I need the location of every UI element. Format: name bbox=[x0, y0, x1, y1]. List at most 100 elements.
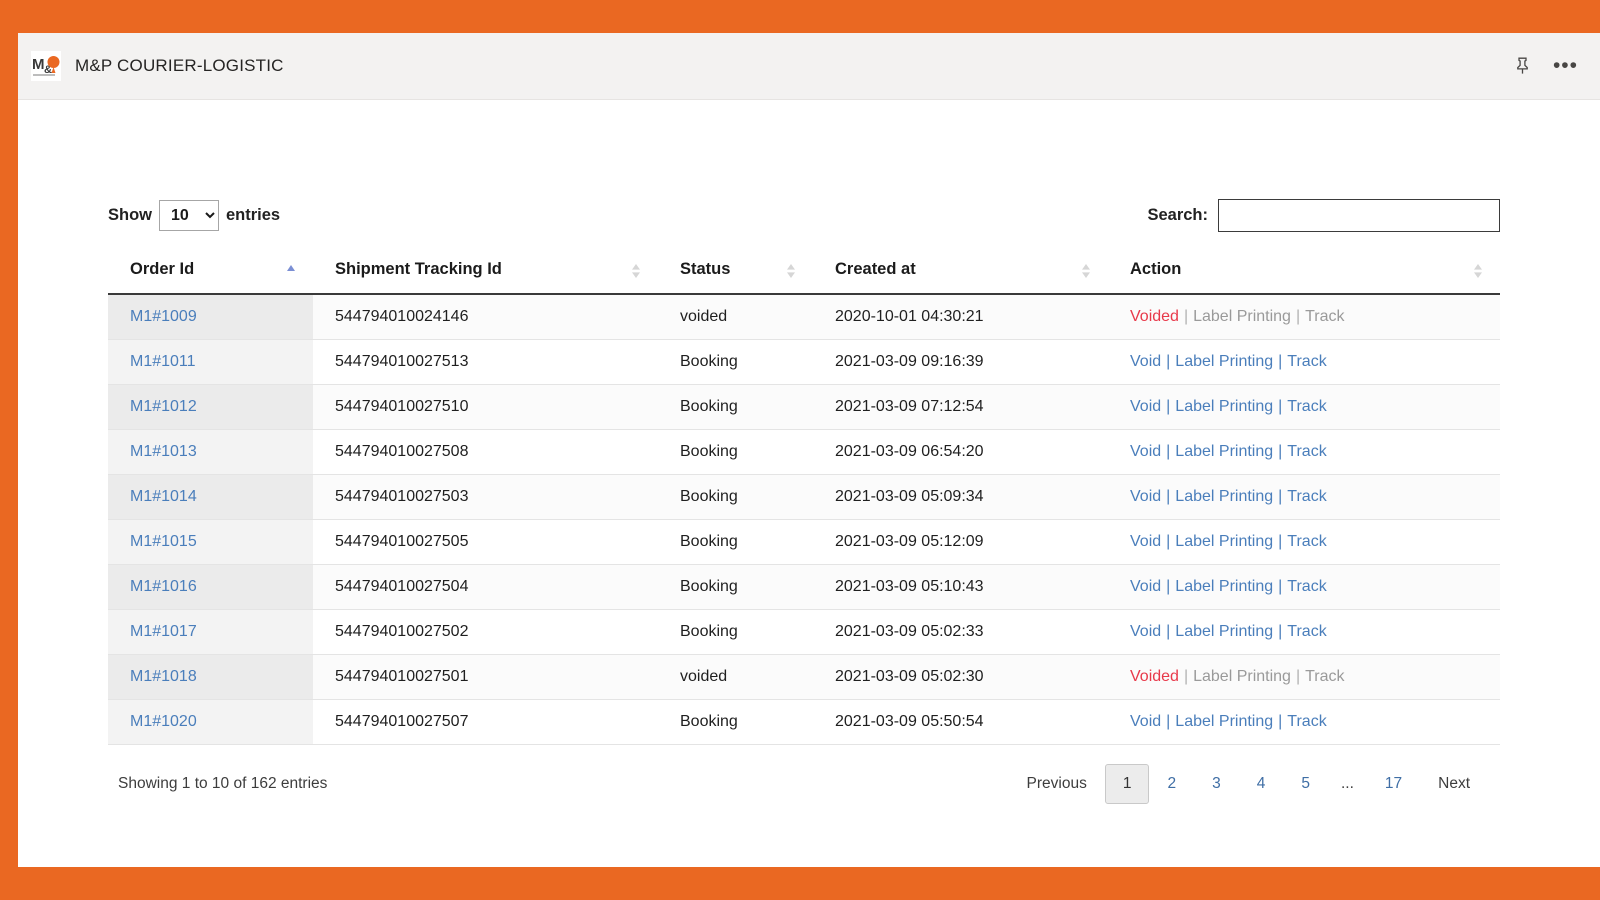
label-printing-link[interactable]: Label Printing bbox=[1175, 443, 1273, 460]
cell-created-at: 2021-03-09 05:12:09 bbox=[813, 520, 1108, 565]
action-separator: | bbox=[1278, 578, 1282, 595]
action-separator: | bbox=[1184, 308, 1188, 325]
action-separator: | bbox=[1278, 488, 1282, 505]
void-link[interactable]: Void bbox=[1130, 713, 1161, 730]
cell-tracking-id: 544794010027504 bbox=[313, 565, 658, 610]
cell-order-id: M1#1018 bbox=[108, 655, 313, 700]
track-link[interactable]: Track bbox=[1287, 488, 1326, 505]
track-link[interactable]: Track bbox=[1287, 578, 1326, 595]
table-row[interactable]: M1#1015544794010027505Booking2021-03-09 … bbox=[108, 520, 1500, 565]
entries-length-control: Show 10 entries bbox=[108, 200, 280, 231]
main-content: Show 10 entries Search: bbox=[18, 101, 1600, 867]
void-link[interactable]: Void bbox=[1130, 443, 1161, 460]
cell-order-id: M1#1011 bbox=[108, 340, 313, 385]
action-separator: | bbox=[1278, 623, 1282, 640]
cell-action: Void|Label Printing|Track bbox=[1108, 700, 1500, 745]
label-printing-link[interactable]: Label Printing bbox=[1175, 623, 1273, 640]
cell-status: voided bbox=[658, 655, 813, 700]
mp-logo-icon: M & bbox=[32, 53, 60, 79]
table-row[interactable]: M1#1014544794010027503Booking2021-03-09 … bbox=[108, 475, 1500, 520]
entries-per-page-select[interactable]: 10 bbox=[159, 200, 219, 231]
cell-created-at: 2021-03-09 09:16:39 bbox=[813, 340, 1108, 385]
sort-asc-icon bbox=[285, 262, 297, 280]
pagination-page-4[interactable]: 4 bbox=[1239, 764, 1284, 804]
pagination-page-3[interactable]: 3 bbox=[1194, 764, 1239, 804]
order-id-link[interactable]: M1#1016 bbox=[130, 578, 197, 595]
column-header-action[interactable]: Action bbox=[1108, 248, 1500, 294]
pagination-previous[interactable]: Previous bbox=[1009, 764, 1105, 804]
cell-created-at: 2021-03-09 07:12:54 bbox=[813, 385, 1108, 430]
track-link[interactable]: Track bbox=[1287, 353, 1326, 370]
cell-order-id: M1#1012 bbox=[108, 385, 313, 430]
table-row[interactable]: M1#1017544794010027502Booking2021-03-09 … bbox=[108, 610, 1500, 655]
track-link[interactable]: Track bbox=[1287, 398, 1326, 415]
table-row[interactable]: M1#1011544794010027513Booking2021-03-09 … bbox=[108, 340, 1500, 385]
order-id-link[interactable]: M1#1011 bbox=[130, 353, 196, 370]
entries-info: Showing 1 to 10 of 162 entries bbox=[108, 775, 327, 793]
more-options-icon[interactable]: ••• bbox=[1553, 61, 1578, 71]
cell-order-id: M1#1015 bbox=[108, 520, 313, 565]
column-header-shipment-tracking-id[interactable]: Shipment Tracking Id bbox=[313, 248, 658, 294]
void-link[interactable]: Void bbox=[1130, 623, 1161, 640]
cell-status: Booking bbox=[658, 565, 813, 610]
order-id-link[interactable]: M1#1014 bbox=[130, 488, 197, 505]
void-link[interactable]: Void bbox=[1130, 353, 1161, 370]
void-link[interactable]: Void bbox=[1130, 398, 1161, 415]
order-id-link[interactable]: M1#1012 bbox=[130, 398, 197, 415]
void-link[interactable]: Void bbox=[1130, 488, 1161, 505]
search-input[interactable] bbox=[1218, 199, 1500, 232]
track-link[interactable]: Track bbox=[1287, 623, 1326, 640]
pagination-page-5[interactable]: 5 bbox=[1283, 764, 1328, 804]
label-printing-link[interactable]: Label Printing bbox=[1175, 533, 1273, 550]
table-row[interactable]: M1#1013544794010027508Booking2021-03-09 … bbox=[108, 430, 1500, 475]
label-printing-link[interactable]: Label Printing bbox=[1175, 713, 1273, 730]
cell-created-at: 2020-10-01 04:30:21 bbox=[813, 294, 1108, 340]
pagination-next[interactable]: Next bbox=[1420, 764, 1488, 804]
cell-status: Booking bbox=[658, 340, 813, 385]
cell-status: Booking bbox=[658, 610, 813, 655]
voided-status-link: Voided bbox=[1130, 308, 1179, 325]
cell-status: Booking bbox=[658, 520, 813, 565]
cell-tracking-id: 544794010027508 bbox=[313, 430, 658, 475]
cell-order-id: M1#1013 bbox=[108, 430, 313, 475]
pin-icon[interactable] bbox=[1514, 57, 1531, 75]
track-link[interactable]: Track bbox=[1287, 533, 1326, 550]
column-header-created-at[interactable]: Created at bbox=[813, 248, 1108, 294]
label-printing-link[interactable]: Label Printing bbox=[1175, 488, 1273, 505]
label-printing-link[interactable]: Label Printing bbox=[1175, 578, 1273, 595]
pagination-page-2[interactable]: 2 bbox=[1149, 764, 1194, 804]
void-link[interactable]: Void bbox=[1130, 533, 1161, 550]
action-separator: | bbox=[1166, 398, 1170, 415]
cell-tracking-id: 544794010027502 bbox=[313, 610, 658, 655]
order-id-link[interactable]: M1#1017 bbox=[130, 623, 197, 640]
pagination-page-1[interactable]: 1 bbox=[1105, 764, 1150, 804]
entries-label: entries bbox=[226, 206, 280, 225]
pagination-page-17[interactable]: 17 bbox=[1367, 764, 1420, 804]
label-printing-link[interactable]: Label Printing bbox=[1175, 398, 1273, 415]
cell-created-at: 2021-03-09 05:02:30 bbox=[813, 655, 1108, 700]
column-header-status[interactable]: Status bbox=[658, 248, 813, 294]
void-link[interactable]: Void bbox=[1130, 578, 1161, 595]
svg-text:M: M bbox=[32, 56, 45, 73]
table-row[interactable]: M1#1009544794010024146voided2020-10-01 0… bbox=[108, 294, 1500, 340]
cell-tracking-id: 544794010027507 bbox=[313, 700, 658, 745]
column-label: Order Id bbox=[130, 260, 194, 278]
order-id-link[interactable]: M1#1015 bbox=[130, 533, 197, 550]
column-header-order-id[interactable]: Order Id bbox=[108, 248, 313, 294]
app-logo: M & bbox=[31, 51, 61, 81]
action-separator: | bbox=[1278, 443, 1282, 460]
order-id-link[interactable]: M1#1013 bbox=[130, 443, 197, 460]
label-printing-link[interactable]: Label Printing bbox=[1175, 353, 1273, 370]
order-id-link[interactable]: M1#1020 bbox=[130, 713, 197, 730]
track-link: Track bbox=[1305, 308, 1344, 325]
pagination: Previous12345...17Next bbox=[1009, 764, 1500, 804]
action-separator: | bbox=[1166, 488, 1170, 505]
table-row[interactable]: M1#1018544794010027501voided2021-03-09 0… bbox=[108, 655, 1500, 700]
table-row[interactable]: M1#1020544794010027507Booking2021-03-09 … bbox=[108, 700, 1500, 745]
track-link[interactable]: Track bbox=[1287, 443, 1326, 460]
table-row[interactable]: M1#1012544794010027510Booking2021-03-09 … bbox=[108, 385, 1500, 430]
table-row[interactable]: M1#1016544794010027504Booking2021-03-09 … bbox=[108, 565, 1500, 610]
track-link[interactable]: Track bbox=[1287, 713, 1326, 730]
order-id-link[interactable]: M1#1018 bbox=[130, 668, 197, 685]
order-id-link[interactable]: M1#1009 bbox=[130, 308, 197, 325]
